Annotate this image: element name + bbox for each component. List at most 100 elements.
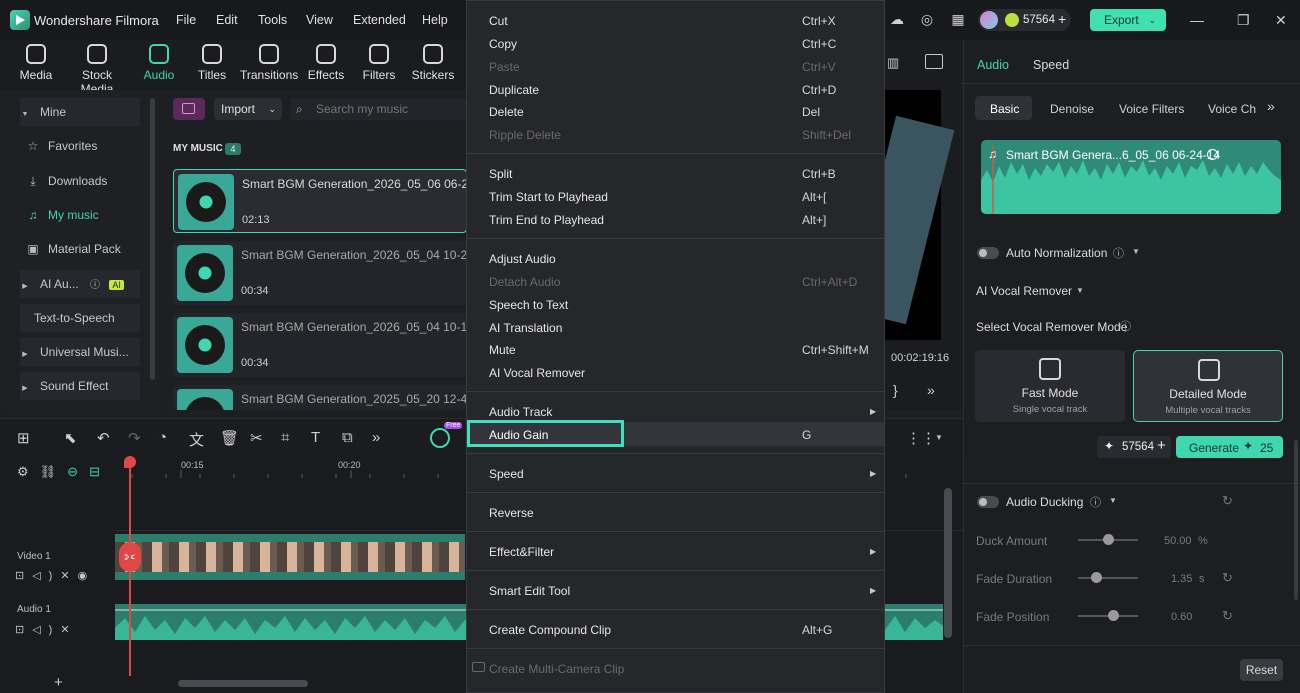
menu-item-copy[interactable]: Copy <box>489 37 517 51</box>
sidebar-item-ai-audio[interactable]: ▶ AI Au... ⓘ AI <box>18 270 138 298</box>
menu-item-audio-track[interactable]: Audio Track <box>489 405 552 419</box>
menu-item-ai-translation[interactable]: AI Translation <box>489 321 562 335</box>
tab-transitions[interactable]: Transitions <box>240 44 298 82</box>
volume-icon[interactable]: ◁) <box>32 570 60 582</box>
preview-viewer[interactable] <box>847 90 955 340</box>
auto-normalization-toggle[interactable] <box>977 247 999 259</box>
menu-item-speed[interactable]: Speed <box>489 467 524 481</box>
tab-audio[interactable]: Audio <box>140 44 178 82</box>
export-button[interactable]: Export ⌄ <box>1090 9 1166 31</box>
generate-button[interactable]: Generate ✦ 25 <box>1176 436 1283 458</box>
menu-view[interactable]: View <box>306 13 333 27</box>
menu-item-ai-vocal-remover[interactable]: AI Vocal Remover <box>489 366 585 380</box>
tab-audio-props[interactable]: Audio <box>977 58 1009 72</box>
music-item[interactable]: Smart BGM Generation_2026_05_06 06-24-14… <box>173 169 492 233</box>
menu-item-split[interactable]: Split <box>489 167 512 181</box>
menu-item-ripple-delete[interactable]: Ripple Delete <box>489 128 561 142</box>
audio-waveform[interactable]: ♫ Smart BGM Genera...6_05_06 06-24-14 <box>981 140 1281 214</box>
sidebar-item-mine[interactable]: ▼ Mine <box>18 98 138 126</box>
music-item[interactable]: Smart BGM Generation_2026_05_04 10-26-11… <box>173 241 490 305</box>
panel-scrollbar[interactable] <box>1294 440 1298 600</box>
ai-mascot-icon[interactable] <box>430 428 450 448</box>
headset-icon[interactable]: ◎ <box>919 11 935 27</box>
menu-item-mute[interactable]: Mute <box>489 343 516 357</box>
search-box[interactable]: ⌕ <box>290 98 467 120</box>
slider-knob[interactable] <box>1091 572 1102 583</box>
mask-icon[interactable]: ⧉ <box>342 429 353 446</box>
caret-down-icon[interactable]: ▼ <box>935 433 943 442</box>
text-tool-icon[interactable]: T <box>311 429 320 446</box>
video-clip[interactable]: ✂ <box>115 534 465 580</box>
fade-position-slider[interactable] <box>1078 610 1138 621</box>
sidebar-item-sound-effect[interactable]: ▶ Sound Effect <box>18 372 138 400</box>
folder-button[interactable] <box>173 98 205 120</box>
tab-media[interactable]: Media <box>18 44 54 82</box>
tab-speed[interactable]: Speed <box>1033 58 1069 72</box>
subtab-basic[interactable]: Basic <box>990 97 1019 121</box>
help-icon[interactable]: ⓘ <box>1120 318 1131 334</box>
unlink-icon[interactable]: ⛓ <box>40 464 68 479</box>
caret-down-icon[interactable]: ▼ <box>1132 247 1140 256</box>
menu-file[interactable]: File <box>176 13 196 27</box>
playhead[interactable] <box>124 456 136 676</box>
undo-icon[interactable]: ↶ <box>97 429 110 447</box>
lock-icon[interactable]: ⊡ <box>15 570 32 582</box>
delete-icon[interactable]: 🗑 <box>220 429 239 447</box>
tab-effects[interactable]: Effects <box>306 44 346 82</box>
reset-icon[interactable]: ↻ <box>1222 570 1233 586</box>
search-input[interactable] <box>316 101 456 117</box>
menu-item-trim-start[interactable]: Trim Start to Playhead <box>489 190 608 204</box>
menu-item-reverse[interactable]: Reverse <box>489 506 534 520</box>
menu-item-duplicate[interactable]: Duplicate <box>489 83 539 97</box>
sidebar-item-downloads[interactable]: ⤓ Downloads <box>26 167 146 195</box>
menu-tools[interactable]: Tools <box>258 13 287 27</box>
menu-extended[interactable]: Extended <box>353 13 406 27</box>
menu-item-delete[interactable]: Delete <box>489 105 524 119</box>
sidebar-item-tts[interactable]: Text-to-Speech <box>34 304 154 332</box>
caret-down-icon[interactable]: ▼ <box>1076 286 1084 295</box>
cloud-upload-icon[interactable]: ☁ <box>889 11 905 27</box>
volume-knob[interactable] <box>1207 149 1218 160</box>
speed-ramp-icon[interactable]: ◔ <box>158 429 167 446</box>
fast-forward-icon[interactable]: » <box>927 382 935 398</box>
sidebar-item-favorites[interactable]: ☆ Favorites <box>26 132 146 160</box>
timeline-hscrollbar[interactable] <box>178 680 308 687</box>
audio-ducking-toggle[interactable] <box>977 496 999 508</box>
import-button[interactable]: Import ⌄ <box>214 98 282 120</box>
music-item[interactable]: Smart BGM Generation_2026_05_04 10-13-36… <box>173 313 491 377</box>
grid-view-icon[interactable]: ▥ <box>887 55 899 71</box>
subtab-denoise[interactable]: Denoise <box>1050 97 1094 121</box>
chevron-down-icon[interactable]: ⌄ <box>1148 9 1156 31</box>
menu-item-effect-filter[interactable]: Effect&Filter <box>489 545 554 559</box>
reset-icon[interactable]: ↻ <box>1222 493 1233 509</box>
crop-icon[interactable]: ⌗ <box>281 429 289 446</box>
scissors-icon[interactable]: ✂ <box>250 429 263 447</box>
menu-item-create-multicam-clip[interactable]: Create Multi-Camera Clip <box>489 662 624 676</box>
add-credits-icon[interactable]: + <box>1157 437 1166 454</box>
sidebar-item-material-pack[interactable]: ▣ Material Pack <box>26 235 146 263</box>
snapshot-icon[interactable] <box>925 54 943 69</box>
mute-icon[interactable]: ✕ <box>60 570 77 582</box>
menu-item-paste[interactable]: Paste <box>489 60 520 74</box>
snap-icon[interactable]: ⊟ <box>89 464 111 479</box>
menu-item-detach-audio[interactable]: Detach Audio <box>489 275 560 289</box>
volume-icon[interactable]: ◁) <box>32 624 60 636</box>
help-icon[interactable]: ⓘ <box>90 280 100 291</box>
menu-item-trim-end[interactable]: Trim End to Playhead <box>489 213 604 227</box>
library-scrollbar[interactable] <box>150 98 155 380</box>
close-icon[interactable]: ✕ <box>1275 12 1287 29</box>
lock-icon[interactable]: ⊡ <box>15 624 32 636</box>
menu-item-create-compound-clip[interactable]: Create Compound Clip <box>489 623 611 637</box>
fast-mode-card[interactable]: Fast Mode Single vocal track <box>975 350 1125 422</box>
redo-icon[interactable]: ↷ <box>128 429 141 447</box>
slider-knob[interactable] <box>1108 610 1119 621</box>
menu-item-adjust-audio[interactable]: Adjust Audio <box>489 252 556 266</box>
tab-titles[interactable]: Titles <box>194 44 230 82</box>
restore-icon[interactable]: ❐ <box>1237 12 1250 29</box>
add-track-icon[interactable]: + <box>54 674 63 691</box>
track-height-icon[interactable]: ⋮⋮ <box>906 429 936 447</box>
menu-item-speech-to-text[interactable]: Speech to Text <box>489 298 568 312</box>
reset-button[interactable]: Reset <box>1240 659 1283 681</box>
tab-stickers[interactable]: Stickers <box>410 44 456 82</box>
eye-icon[interactable]: ◉ <box>78 570 96 582</box>
